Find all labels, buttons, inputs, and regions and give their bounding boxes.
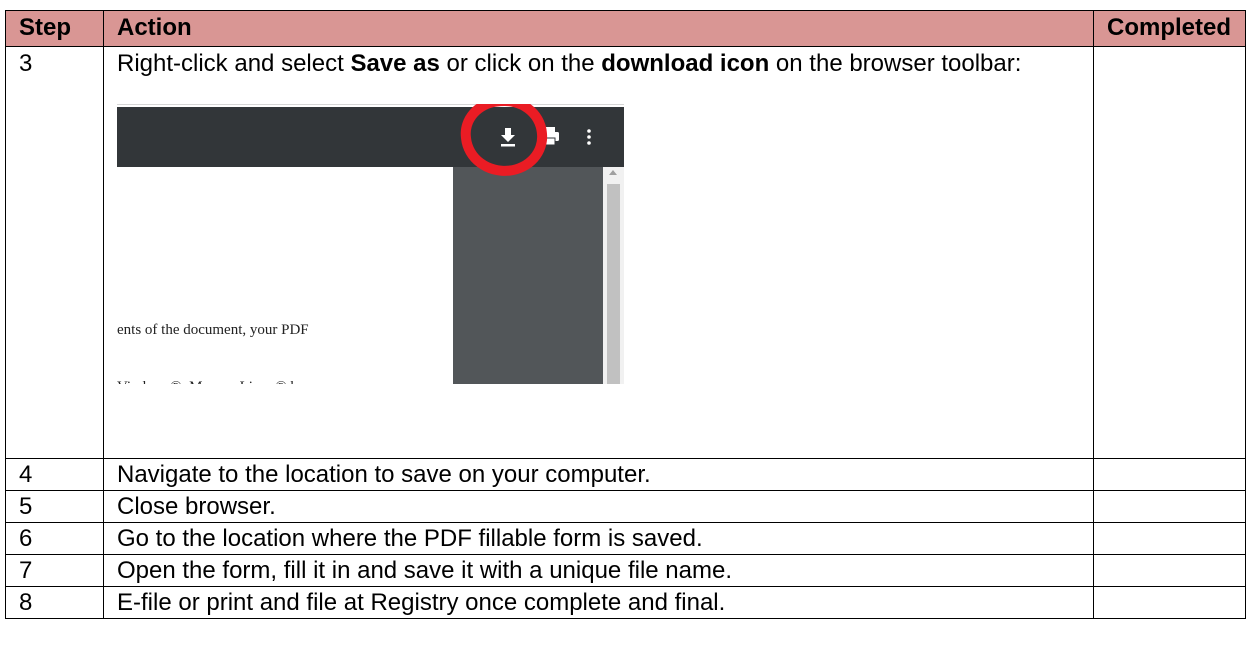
pdf-text-fragment: ents of the document, your PDF xyxy=(117,322,309,338)
completed-cell xyxy=(1093,554,1246,587)
header-row: Step Action Completed xyxy=(5,10,1246,47)
table-row: 4 Navigate to the location to save on yo… xyxy=(5,458,1246,491)
pdf-text-fragment: Vindows®, Mac, or Linux® by xyxy=(117,372,306,384)
steps-table: Step Action Completed 3 Right-click and … xyxy=(5,10,1246,619)
completed-cell xyxy=(1093,586,1246,619)
action-text: Open the form, fill it in and save it wi… xyxy=(103,554,1094,587)
completed-cell xyxy=(1093,458,1246,491)
header-step: Step xyxy=(5,10,104,47)
step-number: 7 xyxy=(5,554,104,587)
more-vertical-icon xyxy=(587,129,591,145)
completed-cell xyxy=(1093,522,1246,555)
action-text: Right-click and select Save as or click … xyxy=(117,50,1022,77)
action-text: E-file or print and file at Registry onc… xyxy=(103,586,1094,619)
completed-cell xyxy=(1093,490,1246,523)
download-icon-emphasis: download icon xyxy=(601,50,770,77)
table-row: 6 Go to the location where the PDF filla… xyxy=(5,522,1246,555)
pdf-viewer-gray-panel xyxy=(453,167,603,384)
action-text: Close browser. xyxy=(103,490,1094,523)
step-number: 3 xyxy=(5,46,104,459)
scroll-up-arrow-icon xyxy=(609,170,617,175)
action-text: Navigate to the location to save on your… xyxy=(103,458,1094,491)
table-row: 8 E-file or print and file at Registry o… xyxy=(5,586,1246,619)
save-as-emphasis: Save as xyxy=(350,50,440,77)
table-row: 7 Open the form, fill it in and save it … xyxy=(5,554,1246,587)
figure-top-border xyxy=(117,104,624,105)
step-number: 6 xyxy=(5,522,104,555)
browser-toolbar-screenshot: ents of the document, your PDF Vindows®,… xyxy=(117,104,624,384)
header-completed: Completed xyxy=(1093,10,1246,47)
header-action: Action xyxy=(103,10,1094,47)
step-number: 4 xyxy=(5,458,104,491)
completed-cell xyxy=(1093,46,1246,459)
table-row: 3 Right-click and select Save as or clic… xyxy=(5,46,1246,459)
action-cell: Right-click and select Save as or click … xyxy=(103,46,1094,459)
step-number: 8 xyxy=(5,586,104,619)
table-row: 5 Close browser. xyxy=(5,490,1246,523)
action-text: Go to the location where the PDF fillabl… xyxy=(103,522,1094,555)
scrollbar-thumb xyxy=(607,184,620,384)
step-number: 5 xyxy=(5,490,104,523)
